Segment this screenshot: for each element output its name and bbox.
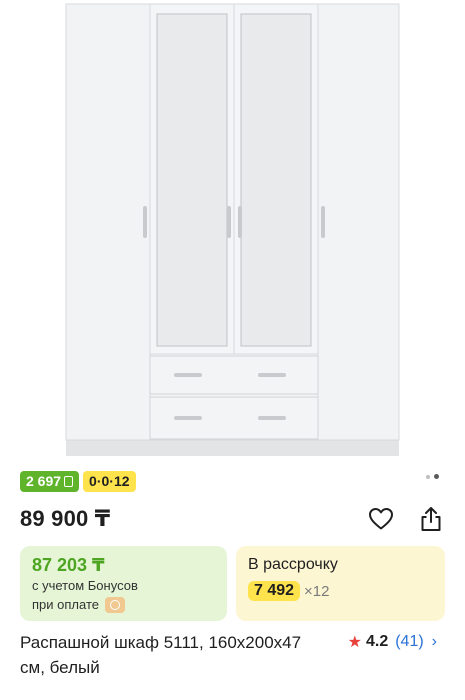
rating-link[interactable]: ★ 4.2 (41) › [348, 632, 437, 652]
star-icon: ★ [347, 634, 362, 651]
installment-card[interactable]: В рассрочку 7 492 ×12 [236, 546, 445, 621]
payment-icon [104, 596, 125, 613]
share-icon [421, 507, 441, 531]
bonus-icon [64, 476, 74, 487]
heart-icon [369, 508, 393, 530]
product-title: Распашной шкаф 5111, 160х200х47 см, белы… [20, 633, 302, 677]
bonus-price-card[interactable]: 87 203 ₸ с учетом Бонусов при оплате [20, 546, 227, 621]
pagination-dot-active[interactable] [434, 474, 439, 479]
installment-months: ×12 [304, 582, 330, 600]
image-pagination[interactable] [426, 474, 439, 479]
installment-amount: 7 492 [248, 581, 301, 601]
share-button[interactable] [417, 505, 445, 533]
bonus-badge: 2 697 [20, 471, 80, 492]
product-price: 89 900 ₸ [20, 506, 111, 531]
rating-value: 4.2 [365, 633, 389, 650]
installment-title: В рассрочку [248, 556, 338, 573]
product-image[interactable] [0, 0, 465, 462]
bonus-note-line2: при оплате [32, 597, 99, 612]
chevron-right-icon: › [431, 633, 437, 650]
review-count[interactable]: (41) [395, 633, 423, 651]
bonus-badge-value: 2 697 [26, 473, 62, 489]
badges-row: 2 697 0·0·12 [20, 471, 136, 492]
installment-row: 7 492 ×12 [248, 581, 433, 601]
wardrobe-illustration [65, 3, 400, 456]
bonus-note-line2-row: при оплате [32, 595, 215, 614]
favorite-button[interactable] [367, 505, 395, 533]
installment-badge: 0·0·12 [83, 471, 136, 492]
pagination-dot[interactable] [426, 474, 430, 479]
bonus-price: 87 203 ₸ [32, 555, 105, 575]
product-actions [367, 505, 445, 533]
bonus-note-line1: с учетом Бонусов [32, 578, 138, 593]
